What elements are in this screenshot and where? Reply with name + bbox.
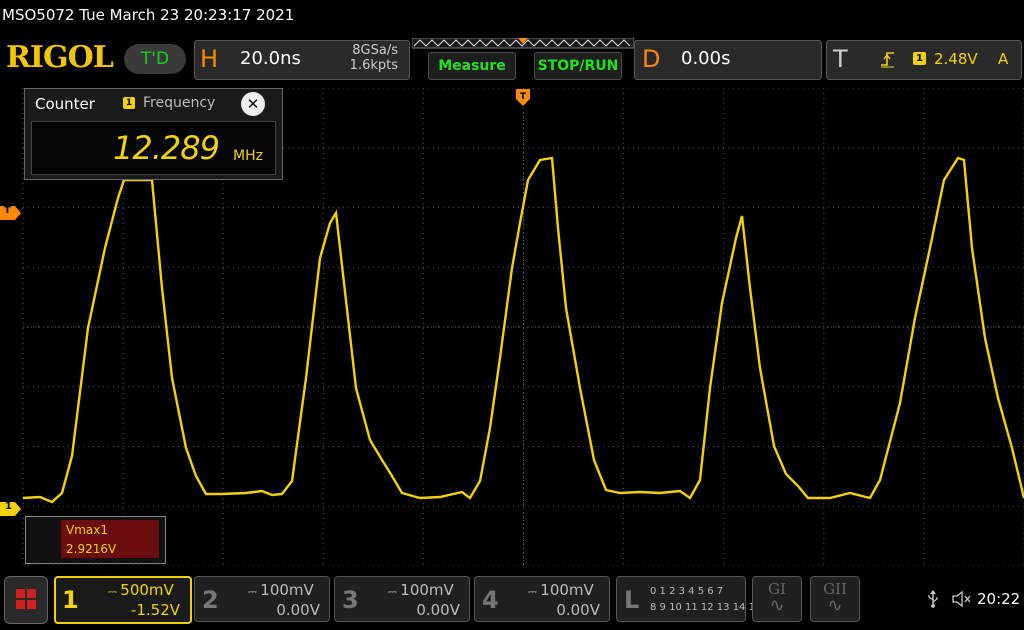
memory-depth: 1.6kpts (349, 58, 398, 73)
channel1-offset: -1.52V (130, 601, 180, 619)
measurement-value: 2.9216V (66, 542, 117, 556)
usb-icon (928, 590, 938, 608)
channel2-scale-value: 100mV (260, 581, 314, 599)
channel4-offset: 0.00V (556, 601, 600, 619)
trigger-position-marker-icon[interactable]: T (516, 89, 530, 107)
channel3-offset: 0.00V (416, 601, 460, 619)
channel1-scale: ⎓ 500mV (108, 581, 174, 599)
dc-coupling-icon: ⎓ (248, 585, 261, 598)
channel1-offset-marker[interactable]: 1 (0, 501, 22, 516)
trigger-mode: A (998, 50, 1009, 68)
channel1-marker-label: 1 (5, 501, 12, 512)
channel1-scale-value: 500mV (120, 581, 174, 599)
menu-grid-icon (16, 589, 36, 609)
channel1-number: 1 (62, 586, 79, 614)
channel4-scale-value: 100mV (540, 581, 594, 599)
channel2-scale: ⎓ 100mV (248, 581, 314, 599)
counter-readout: 12.289 MHz (31, 121, 276, 175)
measurement-label: Vmax1 (66, 523, 108, 537)
stop-run-button[interactable]: STOP/RUN (534, 52, 622, 80)
close-icon[interactable]: ✕ (241, 92, 265, 116)
channel3-scale: ⎓ 100mV (388, 581, 454, 599)
channel3-number: 3 (342, 586, 359, 614)
rising-edge-icon (881, 52, 894, 68)
timebase-value: 20.0ns (240, 48, 301, 69)
trigger-letter: T (833, 45, 848, 73)
logic-channels-row2: 8 9 10 11 12 13 14 15 (650, 602, 762, 613)
channel3-scale-value: 100mV (400, 581, 454, 599)
horizontal-letter: H (200, 45, 219, 73)
counter-type: Frequency (143, 95, 216, 111)
logic-letter: L (624, 586, 640, 614)
measure-button[interactable]: Measure (428, 52, 516, 80)
svg-text:T: T (520, 92, 527, 102)
run-status-badge[interactable]: T'D (124, 44, 186, 74)
waveform-overview-icon (412, 38, 634, 49)
title-line: MSO5072 Tue March 23 20:23:17 2021 (2, 6, 295, 24)
delay-letter: D (642, 45, 661, 73)
dc-coupling-icon: ⎓ (388, 585, 401, 598)
counter-panel: Counter 1 Frequency ✕ 12.289 MHz (24, 88, 283, 180)
main-menu-button[interactable] (4, 576, 48, 624)
channel4-scale: ⎓ 100mV (528, 581, 594, 599)
counter-title: Counter (35, 95, 95, 113)
channel4-number: 4 (482, 586, 499, 614)
delay-value: 0.00s (681, 48, 731, 69)
trigger-level-marker[interactable]: T (0, 205, 22, 220)
generator1-button[interactable]: GI ∿ (752, 576, 802, 622)
trigger-level-marker-label: T (4, 205, 11, 216)
counter-channel-badge: 1 (123, 97, 135, 109)
channel2-number: 2 (202, 586, 219, 614)
channel1-waveform (22, 156, 1024, 504)
speaker-icon[interactable] (951, 590, 973, 608)
channel2-offset: 0.00V (276, 601, 320, 619)
logic-channels-row1: 0 1 2 3 4 5 6 7 (650, 586, 724, 597)
sine-wave-icon: ∿ (827, 595, 843, 616)
dc-coupling-icon: ⎓ (528, 585, 541, 598)
trigger-source-badge: 1 (913, 52, 926, 65)
dc-coupling-icon: ⎓ (108, 585, 121, 598)
trigger-level: 2.48V (934, 50, 978, 68)
measurement-box[interactable]: Vmax1 2.9216V (25, 516, 166, 564)
counter-value: 12.289 (113, 129, 220, 167)
generator2-button[interactable]: GII ∿ (810, 576, 860, 622)
rigol-logo: RIGOL (6, 40, 114, 75)
sample-rate: 8GSa/s (352, 43, 398, 58)
sine-wave-icon: ∿ (769, 595, 785, 616)
clock: 20:22 (977, 590, 1021, 608)
counter-unit: MHz (233, 148, 263, 164)
